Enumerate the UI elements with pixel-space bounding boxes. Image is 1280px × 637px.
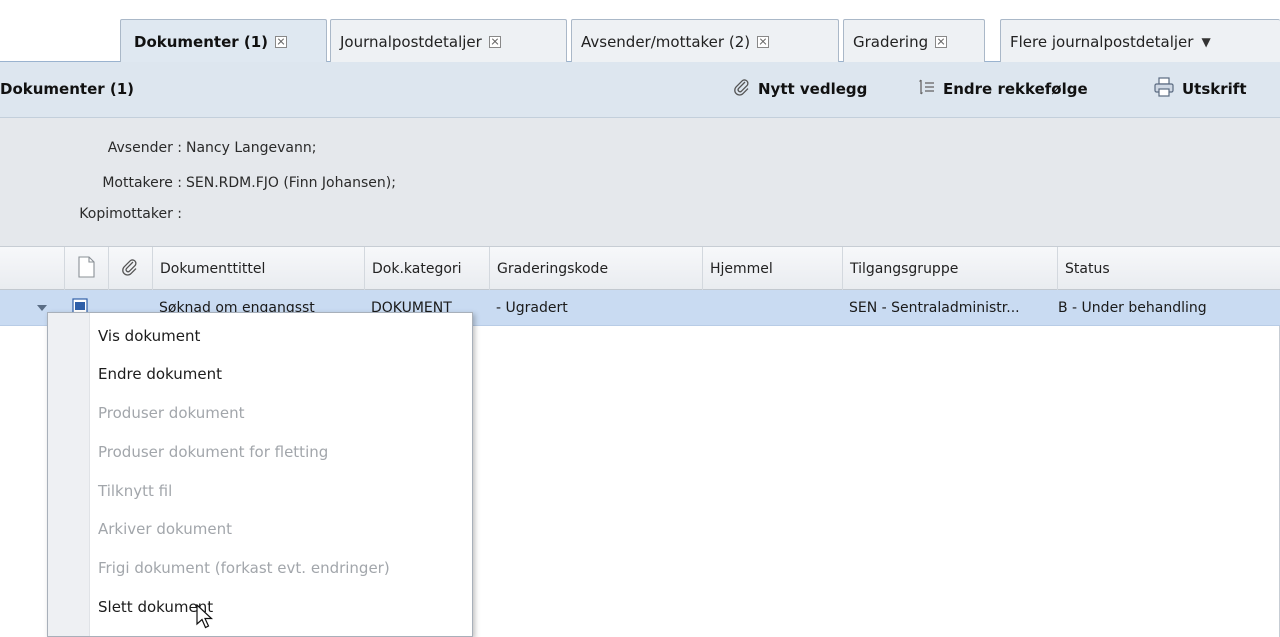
tab-label: Gradering bbox=[853, 32, 929, 51]
menu-item-produser-dokument-fletting[interactable]: Produser dokument for fletting bbox=[90, 433, 473, 471]
tab-dokumenter[interactable]: Dokumenter (1) bbox=[120, 19, 327, 63]
cell-status: B - Under behandling bbox=[1058, 300, 1207, 316]
column-header-category[interactable]: Dok.kategori bbox=[365, 247, 490, 290]
panel-header: Dokumenter (1) Nytt vedlegg Endre rekkef… bbox=[0, 62, 1280, 118]
tab-journalpostdetaljer[interactable]: Journalpostdetaljer bbox=[330, 19, 567, 63]
recipients-row: Mottakere : SEN.RDM.FJO (Finn Johansen); bbox=[0, 173, 396, 193]
reorder-list-icon bbox=[918, 78, 936, 100]
grid-header: Dokumenttittel Dok.kategori Graderingsko… bbox=[0, 247, 1280, 290]
reorder-button[interactable]: Endre rekkefølge bbox=[918, 78, 1088, 100]
recipients-value: SEN.RDM.FJO (Finn Johansen); bbox=[186, 175, 396, 191]
cc-row: Kopimottaker : bbox=[0, 204, 186, 224]
cell-grading: - Ugradert bbox=[496, 300, 568, 316]
close-box-icon[interactable] bbox=[935, 35, 948, 48]
cc-label: Kopimottaker : bbox=[79, 206, 182, 222]
new-attachment-label: Nytt vedlegg bbox=[758, 80, 868, 98]
tab-label: Journalpostdetaljer bbox=[340, 32, 482, 51]
close-box-icon[interactable] bbox=[757, 35, 770, 48]
menu-item-vis-dokument[interactable]: Vis dokument bbox=[90, 317, 473, 355]
header-expand-col bbox=[0, 247, 65, 290]
panel-title: Dokumenter (1) bbox=[0, 80, 135, 98]
sender-recipient-info: Avsender : Nancy Langevann; Mottakere : … bbox=[0, 118, 1280, 246]
paperclip-icon bbox=[733, 78, 751, 100]
tab-gradering[interactable]: Gradering bbox=[843, 19, 985, 63]
tab-label: Avsender/mottaker (2) bbox=[581, 32, 751, 51]
menu-item-slett-dokument[interactable]: Slett dokument bbox=[90, 588, 473, 626]
header-document-col[interactable] bbox=[65, 247, 109, 290]
tab-strip: Dokumenter (1) Journalpostdetaljer Avsen… bbox=[0, 0, 1280, 63]
menu-item-produser-dokument[interactable]: Produser dokument bbox=[90, 394, 473, 432]
column-header-status[interactable]: Status bbox=[1058, 247, 1280, 290]
menu-item-arkiver-dokument[interactable]: Arkiver dokument bbox=[90, 510, 473, 548]
close-box-icon[interactable] bbox=[488, 35, 501, 48]
recipients-label: Mottakere : bbox=[102, 175, 182, 191]
menu-item-tilknytt-fil[interactable]: Tilknytt fil bbox=[90, 472, 473, 510]
chevron-down-icon: ▼ bbox=[1201, 34, 1211, 49]
new-attachment-button[interactable]: Nytt vedlegg bbox=[733, 78, 867, 100]
paperclip-icon bbox=[121, 258, 139, 280]
close-box-icon[interactable] bbox=[275, 35, 288, 48]
tab-label: Flere journalpostdetaljer bbox=[1010, 32, 1194, 51]
column-header-grading[interactable]: Graderingskode bbox=[490, 247, 703, 290]
cell-authority bbox=[703, 290, 843, 326]
menu-icon-gutter bbox=[48, 313, 90, 636]
sender-label: Avsender : bbox=[107, 140, 182, 156]
tab-flere-journalpostdetaljer[interactable]: Flere journalpostdetaljer ▼ bbox=[1000, 19, 1280, 63]
document-icon bbox=[77, 255, 95, 282]
document-context-menu: Vis dokument Endre dokument Produser dok… bbox=[47, 312, 473, 637]
print-label: Utskrift bbox=[1182, 80, 1247, 98]
tab-label: Dokumenter (1) bbox=[134, 32, 269, 51]
mouse-pointer-icon bbox=[196, 603, 216, 632]
column-header-authority[interactable]: Hjemmel bbox=[703, 247, 843, 290]
menu-item-endre-dokument[interactable]: Endre dokument bbox=[90, 355, 473, 393]
menu-item-frigi-dokument[interactable]: Frigi dokument (forkast evt. endringer) bbox=[90, 549, 473, 587]
cell-access-group: SEN - Sentraladministr... bbox=[849, 300, 1020, 316]
printer-icon bbox=[1153, 77, 1175, 101]
print-button[interactable]: Utskrift bbox=[1153, 77, 1247, 101]
sender-value: Nancy Langevann; bbox=[186, 140, 317, 156]
header-attachment-col[interactable] bbox=[109, 247, 153, 290]
reorder-label: Endre rekkefølge bbox=[943, 80, 1088, 98]
tab-avsender-mottaker[interactable]: Avsender/mottaker (2) bbox=[571, 19, 839, 63]
sender-row: Avsender : Nancy Langevann; bbox=[0, 138, 317, 158]
column-header-title[interactable]: Dokumenttittel bbox=[153, 247, 365, 290]
column-header-access-group[interactable]: Tilgangsgruppe bbox=[843, 247, 1058, 290]
